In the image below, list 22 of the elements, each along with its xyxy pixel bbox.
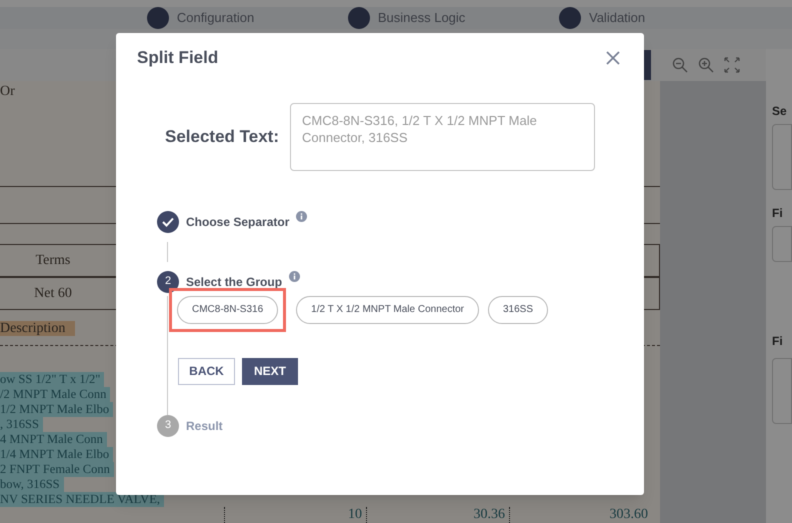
step-number: 3 xyxy=(157,414,179,436)
column-heading: Description xyxy=(0,321,76,336)
table-cell: 303.60 xyxy=(509,507,652,523)
field-label: Selected Text: xyxy=(165,126,280,148)
step-number: 2 xyxy=(157,270,179,292)
group-chip[interactable]: CMC8-8N-S316 xyxy=(177,296,278,324)
step-label: Choose Separator xyxy=(186,214,290,230)
table-cell: 10 xyxy=(224,507,366,523)
panel-label: Se xyxy=(772,103,788,120)
table-cell: 30.36 xyxy=(366,507,509,523)
next-button[interactable]: NEXT xyxy=(242,358,298,384)
group-chip[interactable]: 316SS xyxy=(488,296,548,324)
step-label: Select the Group xyxy=(186,274,282,290)
panel-label: Fi xyxy=(772,205,784,222)
document-text: Or xyxy=(0,83,15,101)
group-chip[interactable]: 1/2 T X 1/2 MNPT Male Connector xyxy=(296,296,479,324)
dialog-title: Split Field xyxy=(137,47,218,69)
back-button[interactable]: BACK xyxy=(178,358,235,384)
panel-label: Fi xyxy=(772,333,784,350)
step-label: Result xyxy=(186,418,223,434)
table-cell-text: Net 60 xyxy=(33,285,73,303)
table-cell-text: Terms xyxy=(34,252,72,270)
